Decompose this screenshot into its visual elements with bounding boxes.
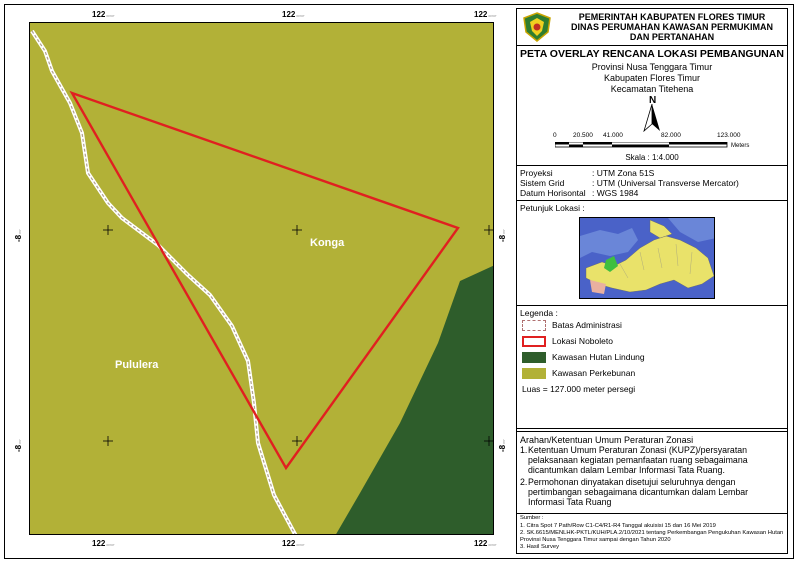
arahan-item-2: 2. Permohonan dinyatakan disetujui seluru… — [520, 477, 749, 507]
legend-swatch-lokasi — [522, 336, 546, 348]
sumber-title: Sumber : — [520, 515, 544, 521]
legend-item-perkebunan: Kawasan Perkebunan — [522, 368, 635, 380]
location-inset-map[interactable] — [579, 217, 715, 299]
x-tick-top-1: 12200'00" — [92, 10, 115, 19]
y-tick-right-1: -80'0" — [498, 228, 507, 242]
regency-label: Kabupaten Flores Timur — [603, 73, 701, 83]
location-title: Petunjuk Lokasi : — [520, 203, 585, 213]
map-svg — [30, 23, 493, 534]
legend-swatch-hutan — [522, 352, 546, 364]
header-text: PEMERINTAH KABUPATEN FLORES TIMUR DINAS … — [570, 12, 773, 42]
projection-row: Proyeksi: UTM Zona 51S — [520, 168, 655, 178]
legend-block: Legenda : Batas Administrasi Lokasi Nobo… — [517, 306, 787, 429]
legend-item-hutan: Kawasan Hutan Lindung — [522, 352, 645, 364]
projection-block: Proyeksi: UTM Zona 51S Sistem Grid: UTM … — [517, 166, 787, 201]
legend-item-batas: Batas Administrasi — [522, 320, 622, 332]
sumber-item-3: 3. Hasil Survey — [520, 544, 559, 550]
luas-text: Luas = 127.000 meter persegi — [522, 384, 636, 394]
province-label: Provinsi Nusa Tenggara Timur — [591, 62, 713, 72]
x-tick-bottom-1: 12200'00" — [92, 539, 115, 548]
y-tick-left-1: -80'0" — [14, 228, 23, 242]
map-canvas[interactable]: Konga Pululera — [29, 22, 494, 535]
map-info-panel: PEMERINTAH KABUPATEN FLORES TIMUR DINAS … — [516, 8, 788, 554]
legend-swatch-perkebunan — [522, 368, 546, 380]
arahan-title: Arahan/Ketentuan Umum Peraturan Zonasi — [520, 435, 694, 445]
sumber-block: Sumber : 1. Citra Spot 7 Path/Row C1-C4/… — [517, 514, 787, 554]
datum-row: Datum Horisontal: WGS 1984 — [520, 188, 639, 198]
x-tick-bottom-2: 12200'00" — [282, 539, 305, 548]
location-inset-block: Petunjuk Lokasi : — [517, 201, 787, 306]
map-label-pululera: Pululera — [115, 359, 159, 371]
scalebar-unit: Meters — [731, 143, 750, 149]
scalebar — [555, 142, 728, 148]
arahan-block: Arahan/Ketentuan Umum Peraturan Zonasi 1… — [517, 431, 787, 514]
title-block: PETA OVERLAY RENCANA LOKASI PEMBANGUNAN … — [517, 46, 787, 166]
inset-svg — [580, 218, 714, 298]
map-label-konga: Konga — [310, 237, 345, 249]
scale-text: Skala : 1:4.000 — [625, 153, 679, 162]
inset-grid-labels — [580, 218, 714, 222]
y-tick-left-2: -80'0" — [14, 438, 23, 452]
flores-timur-emblem-icon — [523, 12, 551, 42]
grid-row: Sistem Grid: UTM (Universal Transverse M… — [520, 178, 739, 188]
legend-swatch-batas — [522, 320, 546, 332]
x-tick-top-2: 12200'00" — [282, 10, 305, 19]
map-title: PETA OVERLAY RENCANA LOKASI PEMBANGUNAN — [520, 48, 784, 60]
x-tick-bottom-3: 12200'00" — [474, 539, 497, 548]
sumber-item-1: 1. Citra Spot 7 Path/Row C1-C4/R1-R4 Tan… — [520, 523, 716, 529]
y-tick-right-2: -80'0" — [498, 438, 507, 452]
district-label: Kecamatan Titehena — [610, 84, 694, 94]
sumber-item-2: 2. SK.6615/MENLHK-PKTL/KUH/PLA.2/10/2021… — [520, 530, 784, 543]
x-tick-top-3: 12200'00" — [474, 10, 497, 19]
legend-item-lokasi: Lokasi Noboleto — [522, 336, 613, 348]
header-block: PEMERINTAH KABUPATEN FLORES TIMUR DINAS … — [517, 9, 787, 46]
arahan-item-1: 1. Ketentuan Umum Peraturan Zonasi (KUPZ)… — [520, 445, 748, 475]
north-arrow-icon — [643, 104, 660, 132]
legend-title: Legenda : — [520, 308, 558, 318]
